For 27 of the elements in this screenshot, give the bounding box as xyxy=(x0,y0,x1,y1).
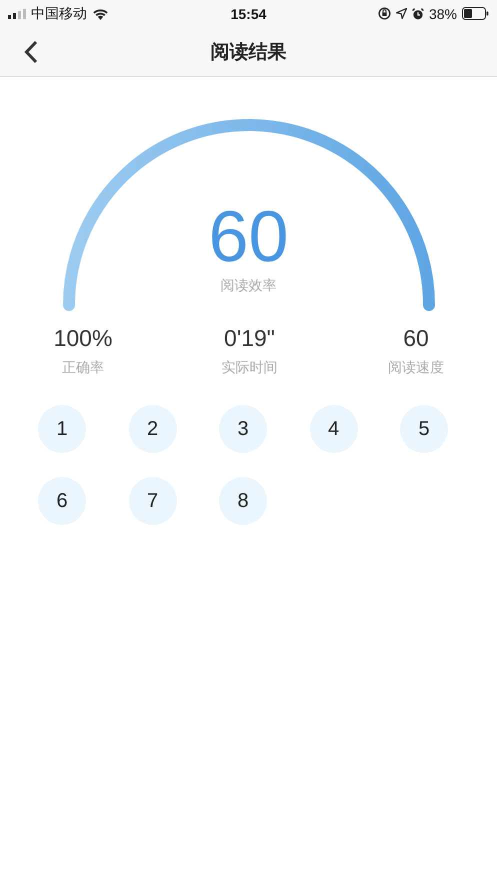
question-number-button[interactable]: 6 xyxy=(38,477,86,525)
question-number-button[interactable]: 3 xyxy=(219,405,267,453)
clock-time: 15:54 xyxy=(230,6,268,22)
back-icon[interactable] xyxy=(24,40,38,64)
carrier-name: 中国移动 xyxy=(31,4,87,22)
question-number-button[interactable]: 4 xyxy=(310,405,358,453)
stat-value: 0'19" xyxy=(224,324,275,353)
question-number-button[interactable]: 1 xyxy=(38,405,86,453)
question-number-button[interactable]: 5 xyxy=(400,405,448,453)
stat-value: 60 xyxy=(403,324,429,353)
question-number-button[interactable]: 7 xyxy=(128,477,176,525)
stat-label: 阅读速度 xyxy=(388,359,444,377)
efficiency-score: 60 xyxy=(208,199,289,275)
battery-icon xyxy=(462,7,489,20)
efficiency-label: 阅读效率 xyxy=(220,277,276,295)
question-number-button[interactable]: 2 xyxy=(128,405,176,453)
stat-label: 实际时间 xyxy=(222,359,278,377)
battery-percent: 38% xyxy=(428,6,457,22)
wifi-icon xyxy=(92,8,109,20)
stat-label: 正确率 xyxy=(62,359,104,377)
rotation-lock-icon xyxy=(378,7,391,20)
alarm-clock-icon xyxy=(412,8,424,20)
stat-value: 100% xyxy=(54,324,112,353)
question-number-button[interactable]: 8 xyxy=(219,477,267,525)
signal-icon xyxy=(8,8,26,18)
location-arrow-icon xyxy=(396,8,407,19)
page-title: 阅读结果 xyxy=(210,40,286,64)
